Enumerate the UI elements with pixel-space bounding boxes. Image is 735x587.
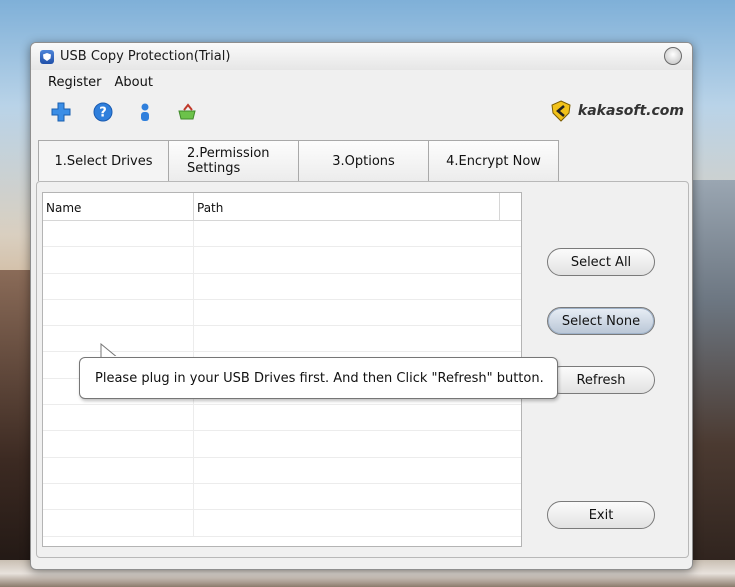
table-row — [43, 457, 521, 484]
menu-bar: Register About — [31, 70, 692, 94]
help-icon[interactable]: ? — [93, 102, 113, 122]
tab-encrypt-now[interactable]: 4.Encrypt Now — [428, 140, 559, 181]
table-row — [43, 299, 521, 327]
app-window: USB Copy Protection(Trial) Register Abou… — [30, 42, 693, 570]
close-button[interactable] — [664, 47, 682, 65]
tooltip-balloon: Please plug in your USB Drives first. An… — [79, 357, 558, 399]
toolbar: ? kakasoft.com — [31, 94, 692, 130]
tab-select-drives[interactable]: 1.Select Drives — [38, 140, 169, 181]
menu-about[interactable]: About — [115, 75, 153, 90]
table-row — [43, 273, 521, 300]
kakasoft-logo-icon — [551, 100, 571, 122]
table-row — [43, 510, 521, 537]
user-icon[interactable] — [135, 102, 155, 122]
exit-button[interactable]: Exit — [547, 501, 655, 529]
select-all-button[interactable]: Select All — [547, 248, 655, 276]
tab-bar: 1.Select Drives 2.Permission Settings 3.… — [38, 140, 559, 181]
add-icon[interactable] — [51, 102, 71, 122]
shield-icon — [40, 49, 54, 64]
list-header: Name Path — [43, 193, 521, 221]
column-header-name[interactable]: Name — [43, 193, 194, 220]
brand-text: kakasoft.com — [577, 103, 684, 119]
svg-text:?: ? — [99, 106, 107, 121]
table-row — [43, 431, 521, 458]
select-none-button[interactable]: Select None — [547, 307, 655, 335]
basket-icon[interactable] — [177, 102, 197, 122]
table-row — [43, 221, 521, 248]
menu-register[interactable]: Register — [48, 75, 102, 90]
tooltip-text: Please plug in your USB Drives first. An… — [95, 370, 544, 386]
table-row — [43, 483, 521, 511]
title-bar[interactable]: USB Copy Protection(Trial) — [31, 43, 692, 70]
column-header-path[interactable]: Path — [194, 193, 500, 220]
table-row — [43, 405, 521, 432]
tab-permission-settings[interactable]: 2.Permission Settings — [168, 140, 299, 181]
table-row — [43, 247, 521, 274]
tab-options[interactable]: 3.Options — [298, 140, 429, 181]
window-title: USB Copy Protection(Trial) — [60, 49, 231, 64]
brand: kakasoft.com — [550, 100, 684, 122]
refresh-button[interactable]: Refresh — [547, 366, 655, 394]
